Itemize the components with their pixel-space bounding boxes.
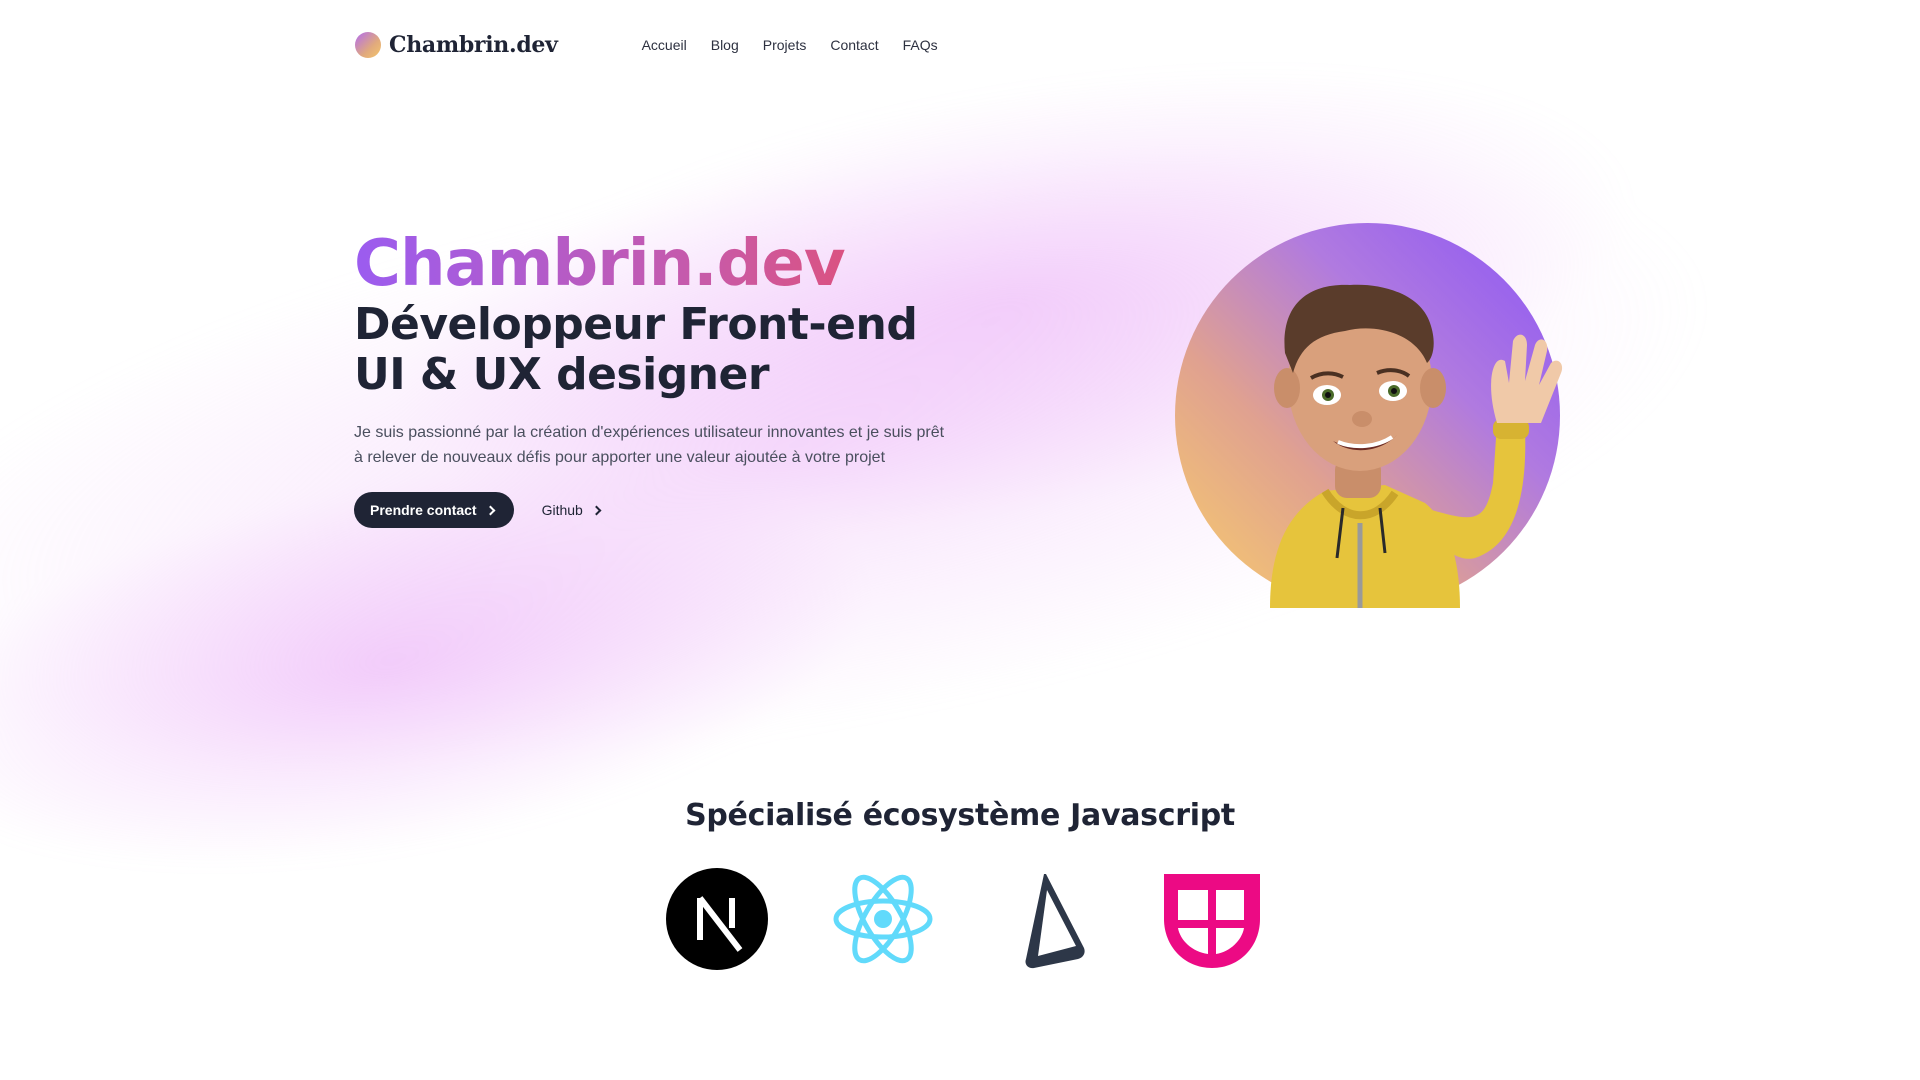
hero-actions: Prendre contact Github (354, 492, 994, 528)
hero-description: Je suis passionné par la création d'expé… (354, 424, 945, 466)
chevron-right-icon (485, 505, 496, 515)
nav-item-projets[interactable]: Projets (763, 37, 807, 53)
contact-button-label: Prendre contact (370, 502, 477, 518)
avatar (1175, 223, 1563, 608)
chevron-right-icon (591, 505, 602, 515)
nav-item-blog[interactable]: Blog (711, 37, 739, 53)
skills-logos (666, 868, 1266, 970)
github-link-label: Github (541, 502, 583, 518)
prisma-icon (998, 868, 1100, 970)
sanity-icon (1164, 868, 1266, 970)
logo-mark-icon (355, 32, 381, 58)
site-header: Chambrin.dev Accueil Blog Projets Contac… (355, 24, 938, 66)
memoji-avatar-icon (1270, 284, 1563, 608)
skills-title: Spécialisé écosystème Javascript (685, 798, 1235, 833)
main-nav: Accueil Blog Projets Contact FAQs (642, 37, 938, 53)
site-logo[interactable]: Chambrin.dev (355, 32, 558, 58)
nextjs-icon (666, 868, 768, 970)
react-icon (832, 868, 934, 970)
hero-section: Chambrin.dev Développeur Front-end UI & … (354, 228, 994, 528)
logo-text: Chambrin.dev (389, 32, 558, 58)
contact-button[interactable]: Prendre contact (354, 492, 514, 528)
nav-item-faqs[interactable]: FAQs (903, 37, 938, 53)
nav-item-accueil[interactable]: Accueil (642, 37, 687, 53)
nav-item-contact[interactable]: Contact (830, 37, 878, 53)
hero-role-line-1: Développeur Front-end (354, 299, 918, 350)
github-link[interactable]: Github (541, 502, 602, 518)
hero-brand-title: Chambrin.dev (354, 228, 994, 300)
hero-role-line-2: UI & UX designer (354, 349, 770, 400)
